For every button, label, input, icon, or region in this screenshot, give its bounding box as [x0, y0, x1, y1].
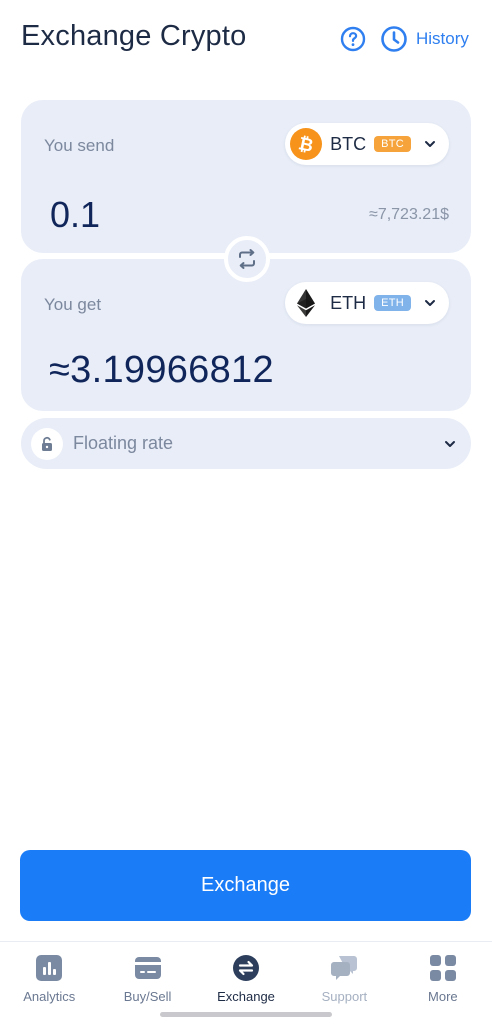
page-title: Exchange Crypto: [21, 20, 247, 52]
nav-label-exchange: Exchange: [217, 989, 275, 1004]
get-coin-badge: ETH: [374, 295, 411, 311]
send-label: You send: [44, 136, 115, 155]
clock-icon: [381, 26, 407, 52]
nav-label-more: More: [428, 989, 458, 1004]
send-card: You send ₿ BTC BTC 0.1 ≈7,723.21$: [21, 100, 471, 253]
send-coin-badge: BTC: [374, 136, 411, 152]
unlock-icon: [42, 436, 52, 451]
get-coin-selector[interactable]: ETH ETH: [285, 282, 449, 324]
chevron-down-icon: [445, 440, 455, 447]
rate-type-selector[interactable]: Floating rate: [21, 418, 471, 469]
history-button[interactable]: History: [380, 24, 469, 54]
help-icon[interactable]: [340, 26, 366, 52]
grid-icon: [429, 955, 456, 981]
rate-label: Floating rate: [73, 433, 174, 453]
send-amount-input[interactable]: 0.1: [50, 194, 100, 236]
send-coin-selector[interactable]: ₿ BTC BTC: [285, 123, 449, 165]
send-fiat-value: ≈7,723.21$: [369, 206, 449, 223]
lock-icon-wrap: [31, 427, 63, 460]
exchange-button[interactable]: Exchange: [20, 850, 471, 921]
nav-label-analytics: Analytics: [23, 989, 76, 1004]
chevron-down-icon: [425, 141, 435, 147]
chat-icon: [331, 956, 358, 980]
chevron-down-icon: [425, 300, 435, 306]
get-coin-name: ETH: [330, 292, 367, 313]
nav-label-support: Support: [321, 989, 368, 1004]
exchange-icon: [233, 955, 260, 981]
bitcoin-icon: ₿: [290, 128, 323, 160]
card-icon: [134, 957, 161, 979]
get-label: You get: [44, 295, 102, 314]
nav-item-more[interactable]: More: [394, 942, 492, 1024]
history-label: History: [416, 29, 469, 48]
nav-label-buy-sell: Buy/Sell: [123, 989, 172, 1004]
send-coin-name: BTC: [330, 133, 367, 154]
analytics-icon: [36, 955, 63, 981]
swap-icon: [239, 249, 255, 269]
home-indicator: [160, 1012, 332, 1017]
header: Exchange Crypto History: [0, 0, 492, 80]
get-amount: ≈3.19966812: [49, 349, 274, 391]
ethereum-icon: [297, 289, 316, 317]
nav-item-analytics[interactable]: Analytics: [0, 942, 98, 1024]
swap-button[interactable]: [224, 236, 270, 282]
